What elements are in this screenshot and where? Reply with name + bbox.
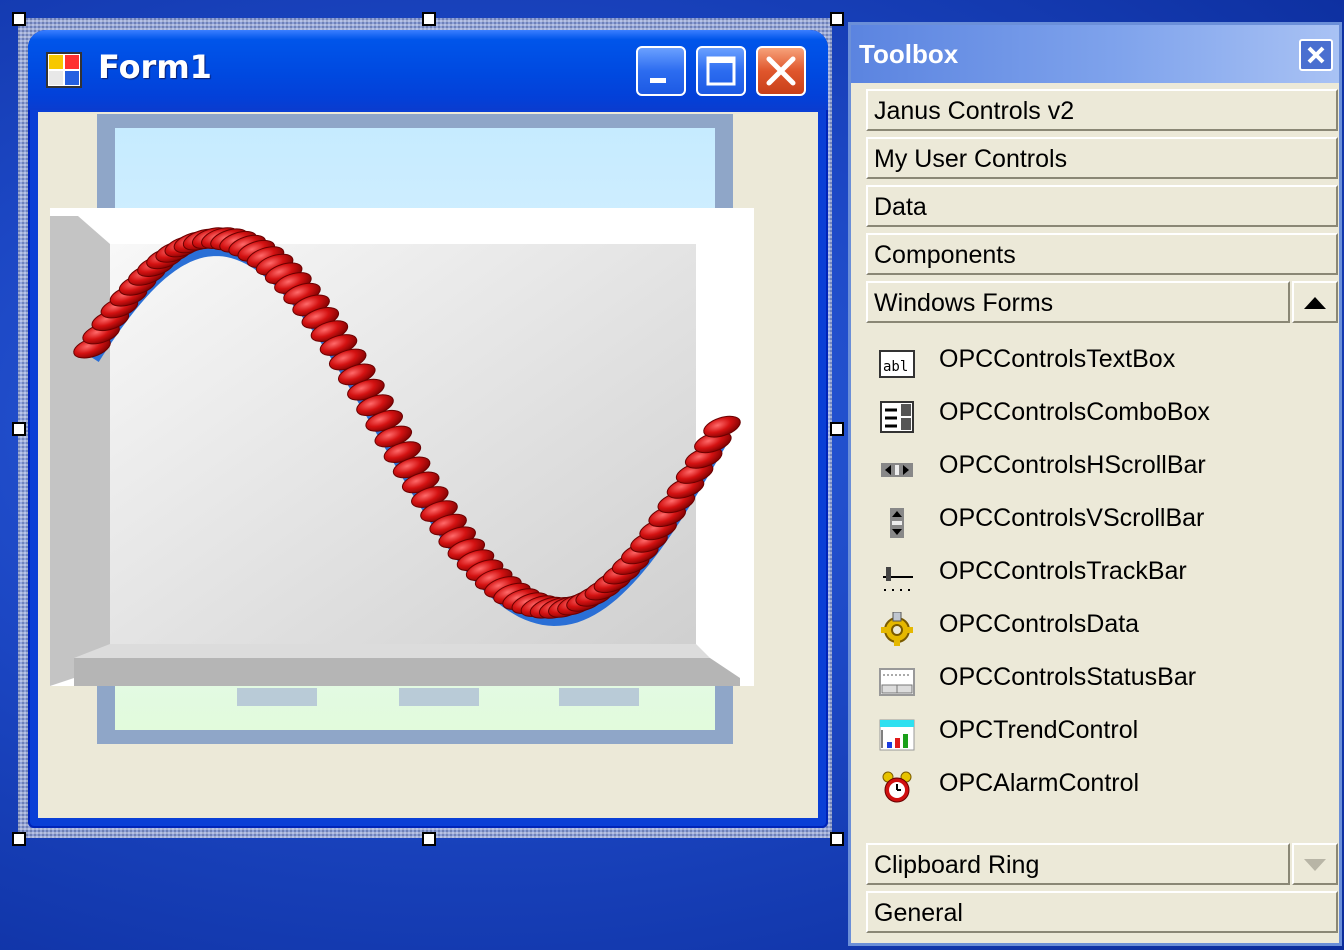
sine-wave-picture xyxy=(50,208,754,686)
tool-item-hscrollbar[interactable]: OPCControlsHScrollBar xyxy=(877,445,1317,493)
resize-handle-bottom[interactable] xyxy=(422,832,436,846)
tab-data[interactable]: Data xyxy=(866,185,1338,227)
resize-handle-top-right[interactable] xyxy=(830,12,844,26)
alarm-clock-icon xyxy=(882,771,912,803)
close-icon xyxy=(766,56,796,86)
tool-item-trend-control[interactable]: OPCTrendControl xyxy=(877,710,1317,758)
combobox-icon xyxy=(880,401,914,433)
tool-item-label: OPCControlsTrackBar xyxy=(939,557,1187,585)
tab-windows-forms[interactable]: Windows Forms xyxy=(866,281,1290,323)
scroll-up-button[interactable] xyxy=(1292,281,1338,323)
tool-item-label: OPCControlsData xyxy=(939,610,1140,638)
trackbar-icon xyxy=(883,567,913,591)
maximize-icon xyxy=(706,56,736,86)
tool-item-vscrollbar[interactable]: OPCControlsVScrollBar xyxy=(877,498,1317,546)
resize-handle-right[interactable] xyxy=(830,422,844,436)
trend-chart-icon xyxy=(879,719,915,751)
close-icon xyxy=(1307,46,1325,64)
close-button[interactable] xyxy=(756,46,806,96)
resize-handle-bottom-right[interactable] xyxy=(830,832,844,846)
form-app-icon xyxy=(46,52,82,88)
tool-item-trackbar[interactable]: OPCControlsTrackBar xyxy=(877,551,1317,599)
tool-item-alarm-control[interactable]: OPCAlarmControl xyxy=(877,763,1317,811)
tool-item-label: OPCControlsHScrollBar xyxy=(939,451,1206,479)
hscrollbar-icon xyxy=(881,463,913,477)
tool-item-label: OPCControlsComboBox xyxy=(939,398,1210,426)
toolbox-title: Toolbox xyxy=(859,39,959,69)
resize-handle-top-left[interactable] xyxy=(12,12,26,26)
tool-item-label: OPCControlsTextBox xyxy=(939,345,1176,373)
scroll-down-button[interactable] xyxy=(1292,843,1338,885)
tab-clipboard-ring[interactable]: Clipboard Ring xyxy=(866,843,1290,885)
resize-handle-left[interactable] xyxy=(12,422,26,436)
form-title: Form1 xyxy=(98,48,212,86)
tab-janus-controls[interactable]: Janus Controls v2 xyxy=(866,89,1338,131)
tab-general[interactable]: General xyxy=(866,891,1338,933)
tab-components[interactable]: Components xyxy=(866,233,1338,275)
tool-item-combobox[interactable]: OPCControlsComboBox xyxy=(877,392,1317,440)
tab-my-user-controls[interactable]: My User Controls xyxy=(866,137,1338,179)
tool-item-label: OPCControlsVScrollBar xyxy=(939,504,1205,532)
form-titlebar[interactable]: Form1 xyxy=(28,30,828,110)
svg-text:abl: abl xyxy=(883,359,908,375)
vscrollbar-icon xyxy=(890,508,904,538)
textbox-icon: abl xyxy=(879,350,915,378)
tool-item-label: OPCAlarmControl xyxy=(939,769,1140,797)
tool-item-textbox[interactable]: abl OPCControlsTextBox xyxy=(877,339,1317,387)
minimize-icon xyxy=(650,78,666,83)
maximize-button[interactable] xyxy=(696,46,746,96)
toolbox-panel[interactable]: Toolbox Janus Controls v2 My User Contro… xyxy=(848,22,1342,946)
tool-item-data[interactable]: OPCControlsData xyxy=(877,604,1317,652)
toolbox-titlebar: Toolbox xyxy=(851,25,1339,83)
tool-item-label: OPCTrendControl xyxy=(939,716,1139,744)
up-arrow-icon xyxy=(1304,297,1326,309)
statusbar-icon xyxy=(879,668,915,696)
gear-icon xyxy=(881,612,913,646)
resize-handle-top[interactable] xyxy=(422,12,436,26)
resize-handle-bottom-left[interactable] xyxy=(12,832,26,846)
down-arrow-icon xyxy=(1304,859,1326,871)
minimize-button[interactable] xyxy=(636,46,686,96)
tool-item-label: OPCControlsStatusBar xyxy=(939,663,1197,691)
toolbox-close-button[interactable] xyxy=(1299,39,1333,71)
tool-item-statusbar[interactable]: OPCControlsStatusBar xyxy=(877,657,1317,705)
